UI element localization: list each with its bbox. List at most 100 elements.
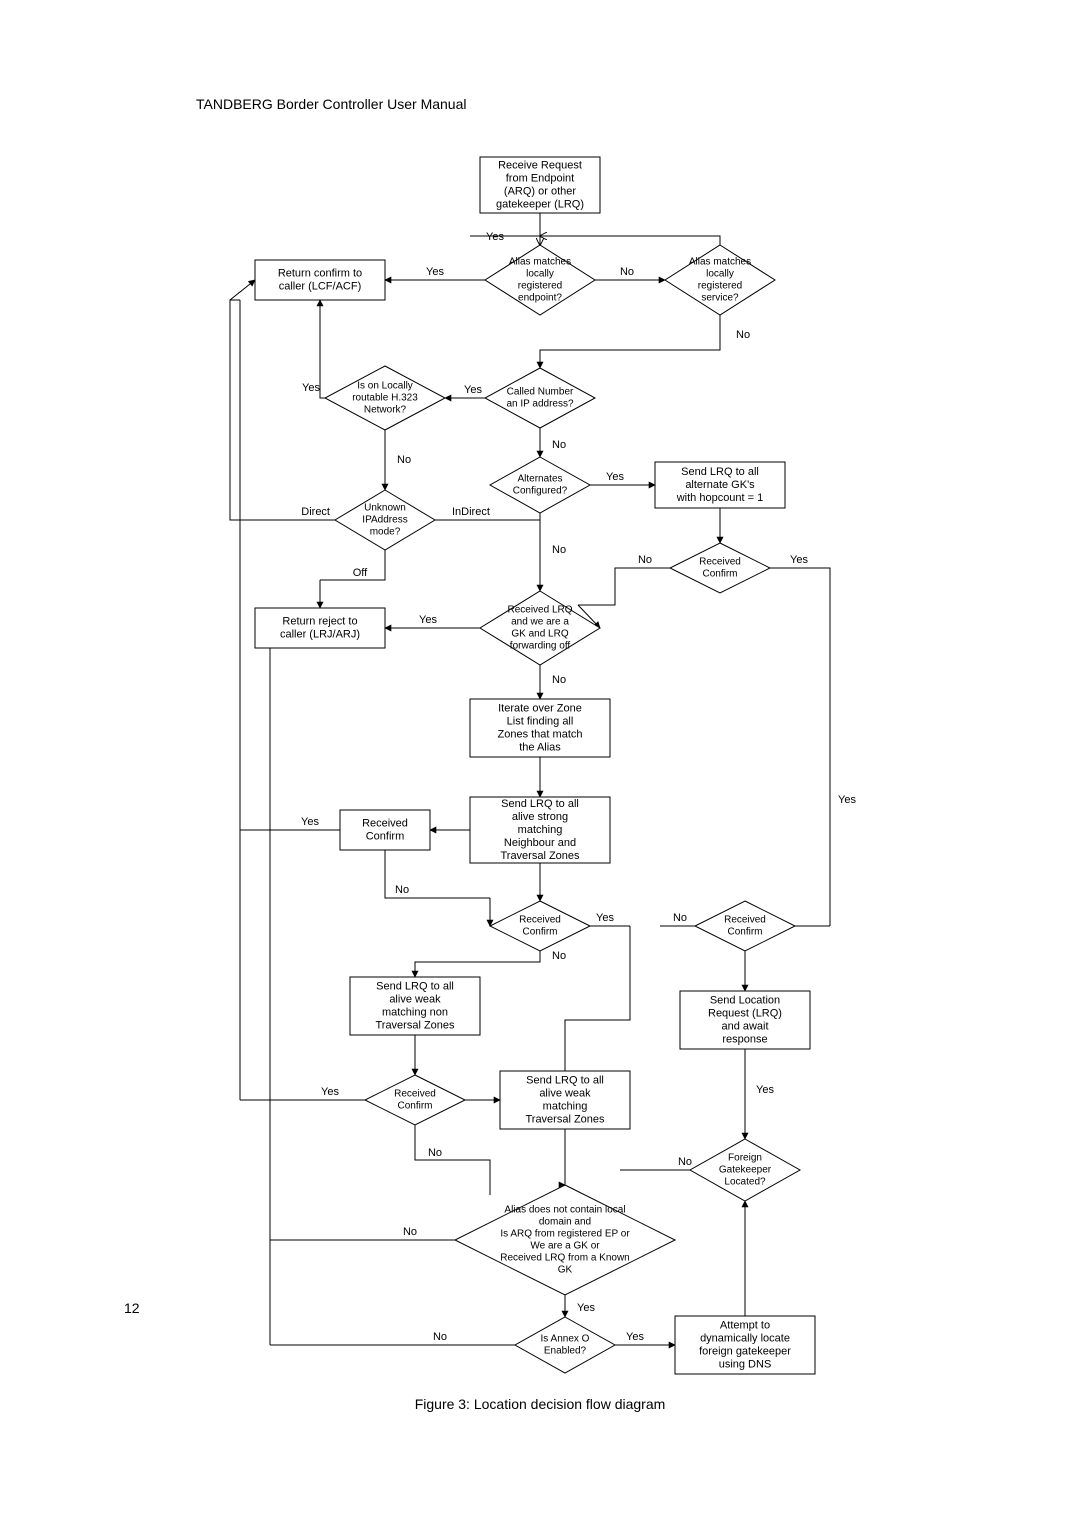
edge-label: No xyxy=(552,439,566,451)
node-recv_lrq_gk-line-3: forwarding off xyxy=(510,641,571,652)
node-unknown_ip_mode-line-2: mode? xyxy=(370,527,401,538)
edge-label: No xyxy=(673,912,687,924)
node-foreign_gk-line-0: Foreign xyxy=(728,1153,762,1164)
node-send_weak_non_trav: Send LRQ to allalive weakmatching nonTra… xyxy=(350,977,480,1035)
node-alias_local_svc-line-0: Alias matches xyxy=(689,257,751,268)
node-recv_confirm_strong-line-1: Confirm xyxy=(366,830,405,842)
node-alias_local_ep-line-2: registered xyxy=(518,281,562,292)
node-start-line-3: gatekeeper (LRQ) xyxy=(496,198,584,210)
node-send_strong-line-3: Neighbour and xyxy=(504,837,576,849)
node-alias_local_ep: Alias matcheslocallyregisteredendpoint? xyxy=(485,245,595,315)
node-send_loc_req-line-2: and await xyxy=(721,1020,768,1032)
node-recv_confirm_weak-line-1: Confirm xyxy=(397,1101,432,1112)
node-start-line-2: (ARQ) or other xyxy=(504,185,576,197)
node-send_weak_non_trav-line-0: Send LRQ to all xyxy=(376,980,454,992)
node-alias_local_svc-line-2: registered xyxy=(698,281,742,292)
node-arq_check-line-0: Alias does not contain local xyxy=(504,1205,625,1216)
edge-label: Yes xyxy=(790,554,808,566)
node-send_weak_non_trav-line-1: alive weak xyxy=(389,993,441,1005)
node-recv_confirm_mid-line-0: Received xyxy=(519,915,561,926)
node-called_ip-line-0: Called Number xyxy=(507,387,574,398)
edge-label: Yes xyxy=(756,1084,774,1096)
node-send_weak_trav-line-1: alive weak xyxy=(539,1087,591,1099)
node-return_confirm-line-1: caller (LCF/ACF) xyxy=(279,280,362,292)
node-send_loc_req-line-0: Send Location xyxy=(710,994,780,1006)
node-iterate_zones-line-1: List finding all xyxy=(507,715,574,727)
edge-label: No xyxy=(395,884,409,896)
node-recv_confirm_mid-line-1: Confirm xyxy=(522,927,557,938)
node-start: Receive Requestfrom Endpoint(ARQ) or oth… xyxy=(480,157,600,213)
figure-caption: Figure 3: Location decision flow diagram xyxy=(0,1396,1080,1412)
node-return_reject: Return reject tocaller (LRJ/ARJ) xyxy=(255,608,385,648)
node-called_ip-line-1: an IP address? xyxy=(506,399,574,410)
node-send_alt-line-1: alternate GK's xyxy=(685,479,755,491)
node-return_reject-line-0: Return reject to xyxy=(282,615,357,627)
node-unknown_ip_mode-line-0: Unknown xyxy=(364,503,406,514)
node-send_weak_non_trav-line-3: Traversal Zones xyxy=(375,1019,455,1031)
node-arq_check-line-5: GK xyxy=(558,1265,573,1276)
node-recv_confirm_right-line-0: Received xyxy=(724,915,766,926)
node-attempt_dns-line-0: Attempt to xyxy=(720,1319,770,1331)
node-unknown_ip_mode: UnknownIPAddressmode? xyxy=(335,490,435,550)
node-routable_net-line-1: routable H.323 xyxy=(352,393,418,404)
edge-label: Yes xyxy=(321,1086,339,1098)
edge-label: Yes xyxy=(577,1302,595,1314)
edge-label: No xyxy=(736,329,750,341)
node-send_loc_req: Send LocationRequest (LRQ)and awaitrespo… xyxy=(680,991,810,1049)
edge-label: Yes xyxy=(426,266,444,278)
node-return_reject-line-1: caller (LRJ/ARJ) xyxy=(280,628,360,640)
node-send_alt-line-2: with hopcount = 1 xyxy=(676,492,764,504)
node-recv_confirm_alt-line-0: Received xyxy=(699,557,741,568)
node-return_confirm: Return confirm tocaller (LCF/ACF) xyxy=(255,260,385,300)
edge-label: Direct xyxy=(301,506,330,518)
node-recv_lrq_gk-line-1: and we are a xyxy=(511,617,569,628)
edge-label: No xyxy=(428,1147,442,1159)
node-recv_confirm_weak: ReceivedConfirm xyxy=(365,1075,465,1125)
node-send_weak_trav-line-2: matching xyxy=(543,1100,588,1112)
node-iterate_zones: Iterate over ZoneList finding allZones t… xyxy=(470,699,610,757)
node-recv_confirm_strong: ReceivedConfirm xyxy=(340,810,430,850)
node-iterate_zones-line-0: Iterate over Zone xyxy=(498,702,582,714)
node-send_alt-line-0: Send LRQ to all xyxy=(681,466,759,478)
edge-label: No xyxy=(397,454,411,466)
edge-label: Yes xyxy=(606,471,624,483)
edge-label: No xyxy=(552,674,566,686)
node-send_loc_req-line-1: Request (LRQ) xyxy=(708,1007,782,1019)
node-send_weak_non_trav-line-2: matching non xyxy=(382,1006,448,1018)
node-annex_o-line-0: Is Annex O xyxy=(541,1334,590,1345)
edge-label: Yes xyxy=(626,1331,644,1343)
edge-label: No xyxy=(620,266,634,278)
node-recv_confirm_alt: ReceivedConfirm xyxy=(670,543,770,593)
edge-label: Yes xyxy=(838,794,856,806)
node-send_weak_trav-line-0: Send LRQ to all xyxy=(526,1074,604,1086)
node-recv_confirm_strong-line-0: Received xyxy=(362,817,408,829)
flowchart-svg: Receive Requestfrom Endpoint(ARQ) or oth… xyxy=(190,150,890,1390)
page-number: 12 xyxy=(124,1300,140,1316)
node-send_strong-line-1: alive strong xyxy=(512,811,568,823)
node-routable_net: Is on Locallyroutable H.323Network? xyxy=(325,366,445,430)
edge-label: InDirect xyxy=(452,506,490,518)
node-recv_confirm_right-line-1: Confirm xyxy=(727,927,762,938)
node-recv_confirm_weak-line-0: Received xyxy=(394,1089,436,1100)
node-alias_local_svc-line-1: locally xyxy=(706,269,734,280)
node-arq_check-line-1: domain and xyxy=(539,1217,591,1228)
node-iterate_zones-line-3: the Alias xyxy=(519,741,561,753)
node-attempt_dns: Attempt todynamically locateforeign gate… xyxy=(675,1316,815,1374)
page-header: TANDBERG Border Controller User Manual xyxy=(196,96,467,112)
node-unknown_ip_mode-line-1: IPAddress xyxy=(362,515,407,526)
edge-label: No xyxy=(403,1226,417,1238)
node-send_alt: Send LRQ to allalternate GK'swith hopcou… xyxy=(655,462,785,508)
node-arq_check-line-2: Is ARQ from registered EP or xyxy=(500,1229,630,1240)
node-routable_net-line-2: Network? xyxy=(364,405,407,416)
node-alternates_cfg: AlternatesConfigured? xyxy=(490,457,590,513)
node-start-line-1: from Endpoint xyxy=(506,172,574,184)
node-alternates_cfg-line-1: Configured? xyxy=(513,486,568,497)
edge-label: No xyxy=(433,1331,447,1343)
edge-label: Yes xyxy=(464,384,482,396)
node-alias_local_svc-line-3: service? xyxy=(701,293,739,304)
edge-label: No xyxy=(552,950,566,962)
node-annex_o-line-1: Enabled? xyxy=(544,1346,587,1357)
node-alternates_cfg-line-0: Alternates xyxy=(517,474,562,485)
node-send_strong: Send LRQ to allalive strongmatchingNeigh… xyxy=(470,797,610,863)
node-recv_confirm_right: ReceivedConfirm xyxy=(695,901,795,951)
